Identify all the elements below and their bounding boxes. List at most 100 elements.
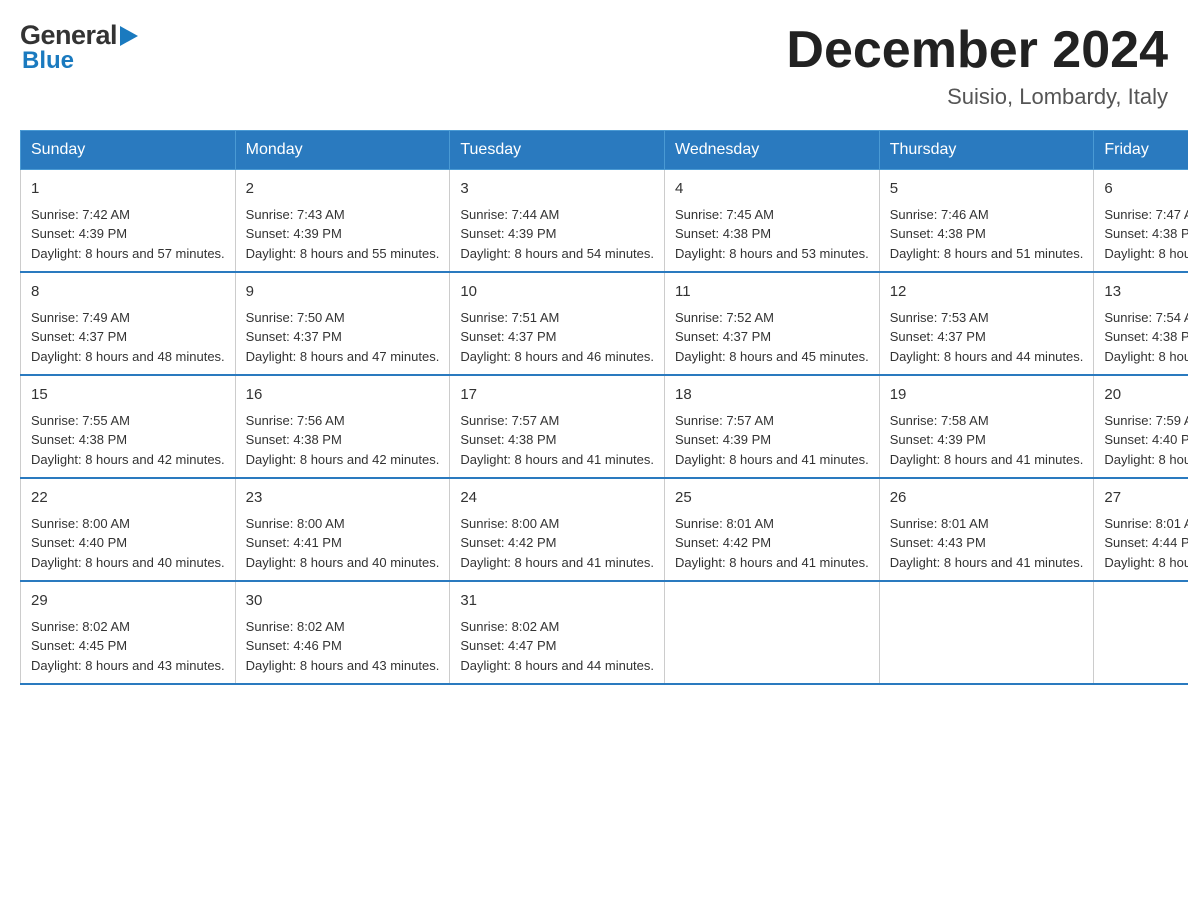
day-headers-row: SundayMondayTuesdayWednesdayThursdayFrid… [21, 131, 1188, 170]
daylight-info: Daylight: 8 hours and 53 minutes. [675, 244, 869, 264]
day-number: 3 [460, 178, 654, 201]
sunset-info: Sunset: 4:40 PM [1104, 430, 1188, 450]
daylight-info: Daylight: 8 hours and 51 minutes. [890, 244, 1084, 264]
sunrise-info: Sunrise: 7:53 AM [890, 308, 1084, 328]
table-row: 13 Sunrise: 7:54 AMSunset: 4:38 PMDayligh… [1094, 272, 1188, 375]
daylight-info: Daylight: 8 hours and 41 minutes. [460, 450, 654, 470]
sunset-info: Sunset: 4:38 PM [890, 224, 1084, 244]
day-number: 23 [246, 487, 440, 510]
table-row: 23Sunrise: 8:00 AMSunset: 4:41 PMDayligh… [235, 478, 450, 581]
daylight-info: Daylight: 8 hours and 40 minutes. [1104, 450, 1188, 470]
sunset-info: Sunset: 4:37 PM [675, 327, 869, 347]
sunset-info: Sunset: 4:38 PM [1104, 224, 1188, 244]
sunset-info: Sunset: 4:40 PM [31, 533, 225, 553]
day-number: 16 [246, 384, 440, 407]
daylight-info: Daylight: 8 hours and 46 minutes. [460, 347, 654, 367]
day-header-tuesday: Tuesday [450, 131, 665, 170]
daylight-info: Daylight: 8 hours and 41 minutes. [675, 553, 869, 573]
sunrise-info: Sunrise: 7:59 AM [1104, 411, 1188, 431]
daylight-info: Daylight: 8 hours and 42 minutes. [31, 450, 225, 470]
table-row: 4Sunrise: 7:45 AMSunset: 4:38 PMDaylight… [665, 170, 880, 273]
daylight-info: Daylight: 8 hours and 43 minutes. [31, 656, 225, 676]
daylight-info: Daylight: 8 hours and 41 minutes. [675, 450, 869, 470]
daylight-info: Daylight: 8 hours and 42 minutes. [246, 450, 440, 470]
calendar-body: 1Sunrise: 7:42 AMSunset: 4:39 PMDaylight… [21, 170, 1188, 685]
table-row: 27Sunrise: 8:01 AMSunset: 4:44 PMDayligh… [1094, 478, 1188, 581]
day-number: 2 [246, 178, 440, 201]
table-row: 5Sunrise: 7:46 AMSunset: 4:38 PMDaylight… [879, 170, 1094, 273]
table-row: 20 Sunrise: 7:59 AMSunset: 4:40 PMDayligh… [1094, 375, 1188, 478]
sunrise-info: Sunrise: 7:43 AM [246, 205, 440, 225]
week-row-5: 29Sunrise: 8:02 AMSunset: 4:45 PMDayligh… [21, 581, 1188, 684]
sunrise-info: Sunrise: 8:02 AM [31, 617, 225, 637]
table-row: 18Sunrise: 7:57 AMSunset: 4:39 PMDayligh… [665, 375, 880, 478]
table-row: 12 Sunrise: 7:53 AMSunset: 4:37 PMDayligh… [879, 272, 1094, 375]
sunset-info: Sunset: 4:47 PM [460, 636, 654, 656]
sunrise-info: Sunrise: 8:00 AM [460, 514, 654, 534]
day-number: 1 [31, 178, 225, 201]
day-number: 31 [460, 590, 654, 613]
sunset-info: Sunset: 4:42 PM [675, 533, 869, 553]
day-number: 9 [246, 281, 440, 304]
sunset-info: Sunset: 4:46 PM [246, 636, 440, 656]
daylight-info: Daylight: 8 hours and 41 minutes. [890, 553, 1084, 573]
day-header-sunday: Sunday [21, 131, 236, 170]
sunrise-info: Sunrise: 7:58 AM [890, 411, 1084, 431]
daylight-info: Daylight: 8 hours and 41 minutes. [460, 553, 654, 573]
page-header: General Blue December 2024 Suisio, Lomba… [20, 20, 1168, 110]
day-number: 10 [460, 281, 654, 304]
table-row: 31Sunrise: 8:02 AMSunset: 4:47 PMDayligh… [450, 581, 665, 684]
sunset-info: Sunset: 4:38 PM [31, 430, 225, 450]
calendar-header: SundayMondayTuesdayWednesdayThursdayFrid… [21, 131, 1188, 170]
sunrise-info: Sunrise: 7:57 AM [460, 411, 654, 431]
sunrise-info: Sunrise: 7:54 AM [1104, 308, 1188, 328]
sunset-info: Sunset: 4:39 PM [460, 224, 654, 244]
sunrise-info: Sunrise: 8:02 AM [246, 617, 440, 637]
table-row: 3 Sunrise: 7:44 AMSunset: 4:39 PMDaylight… [450, 170, 665, 273]
sunset-info: Sunset: 4:38 PM [1104, 327, 1188, 347]
table-row: 6Sunrise: 7:47 AMSunset: 4:38 PMDaylight… [1094, 170, 1188, 273]
sunrise-info: Sunrise: 7:42 AM [31, 205, 225, 225]
day-number: 12 [890, 281, 1084, 304]
sunset-info: Sunset: 4:37 PM [31, 327, 225, 347]
day-number: 13 [1104, 281, 1188, 304]
sunrise-info: Sunrise: 8:02 AM [460, 617, 654, 637]
sunset-info: Sunset: 4:45 PM [31, 636, 225, 656]
table-row: 15Sunrise: 7:55 AMSunset: 4:38 PMDayligh… [21, 375, 236, 478]
calendar-table: SundayMondayTuesdayWednesdayThursdayFrid… [20, 130, 1188, 685]
sunset-info: Sunset: 4:37 PM [890, 327, 1084, 347]
sunrise-info: Sunrise: 7:50 AM [246, 308, 440, 328]
sunset-info: Sunset: 4:39 PM [675, 430, 869, 450]
sunrise-info: Sunrise: 7:56 AM [246, 411, 440, 431]
sunset-info: Sunset: 4:39 PM [246, 224, 440, 244]
sunset-info: Sunset: 4:37 PM [246, 327, 440, 347]
sunrise-info: Sunrise: 7:57 AM [675, 411, 869, 431]
logo: General Blue [20, 20, 138, 75]
sunrise-info: Sunrise: 8:00 AM [31, 514, 225, 534]
daylight-info: Daylight: 8 hours and 54 minutes. [460, 244, 654, 264]
table-row: 9Sunrise: 7:50 AMSunset: 4:37 PMDaylight… [235, 272, 450, 375]
table-row: 16Sunrise: 7:56 AMSunset: 4:38 PMDayligh… [235, 375, 450, 478]
day-number: 20 [1104, 384, 1188, 407]
table-row: 2 Sunrise: 7:43 AMSunset: 4:39 PMDaylight… [235, 170, 450, 273]
table-row: 1Sunrise: 7:42 AMSunset: 4:39 PMDaylight… [21, 170, 236, 273]
table-row [879, 581, 1094, 684]
sunrise-info: Sunrise: 7:44 AM [460, 205, 654, 225]
day-number: 26 [890, 487, 1084, 510]
sunset-info: Sunset: 4:39 PM [890, 430, 1084, 450]
table-row: 26Sunrise: 8:01 AMSunset: 4:43 PMDayligh… [879, 478, 1094, 581]
daylight-info: Daylight: 8 hours and 44 minutes. [890, 347, 1084, 367]
week-row-2: 8Sunrise: 7:49 AMSunset: 4:37 PMDaylight… [21, 272, 1188, 375]
week-row-3: 15Sunrise: 7:55 AMSunset: 4:38 PMDayligh… [21, 375, 1188, 478]
day-number: 22 [31, 487, 225, 510]
daylight-info: Daylight: 8 hours and 55 minutes. [246, 244, 440, 264]
sunrise-info: Sunrise: 7:46 AM [890, 205, 1084, 225]
day-header-monday: Monday [235, 131, 450, 170]
daylight-info: Daylight: 8 hours and 43 minutes. [1104, 347, 1188, 367]
day-number: 6 [1104, 178, 1188, 201]
week-row-1: 1Sunrise: 7:42 AMSunset: 4:39 PMDaylight… [21, 170, 1188, 273]
table-row: 8Sunrise: 7:49 AMSunset: 4:37 PMDaylight… [21, 272, 236, 375]
day-number: 24 [460, 487, 654, 510]
day-number: 11 [675, 281, 869, 304]
calendar-subtitle: Suisio, Lombardy, Italy [786, 84, 1168, 110]
